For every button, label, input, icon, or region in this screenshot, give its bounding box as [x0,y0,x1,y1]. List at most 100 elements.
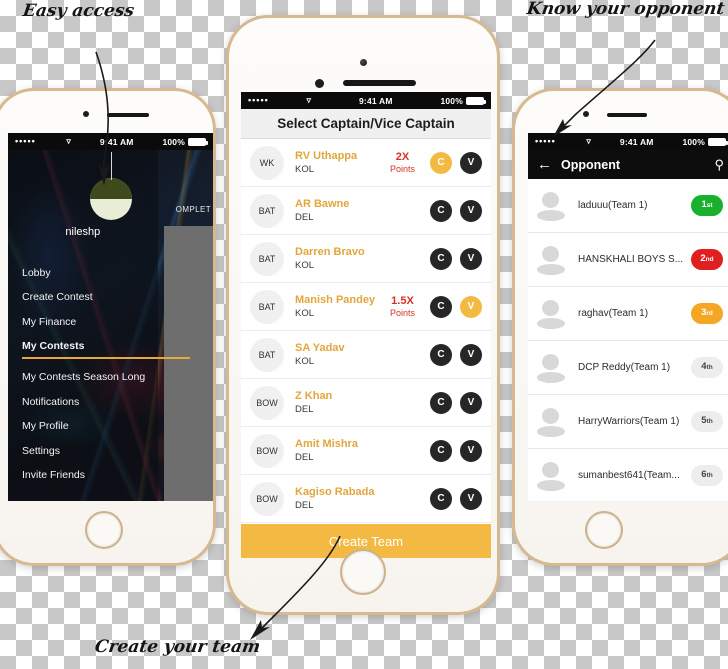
table-row[interactable]: BOW Amit Mishra DEL C V [241,427,491,475]
rank-badge: 3rd [691,303,723,324]
sidebar-item-settings[interactable]: Settings [22,436,152,461]
captain-button[interactable]: C [430,151,452,174]
avatar [537,407,565,437]
list-item[interactable]: sumanbest641(Team... 6th [528,449,728,501]
player-team: KOL [295,308,315,319]
avatar-head [542,353,559,370]
vice-captain-button[interactable]: V [460,247,482,270]
player-name: SA Yadav [295,342,345,354]
player-role-badge: BAT [250,289,284,324]
list-item[interactable]: raghav(Team 1) 3rd [528,287,728,341]
opponent-navbar: ← Opponent ⚲ [528,150,728,179]
list-item[interactable]: HANSKHALI BOYS S... 2nd [528,233,728,287]
sidebar-item-my-finance[interactable]: My Finance [22,307,152,332]
annotation-create-your-team: Create your team [93,637,262,657]
status-time: 9:41 AM [619,136,654,147]
battery-icon [466,96,486,105]
status-time: 9:41 AM [99,136,134,147]
captain-button[interactable]: C [430,295,452,318]
player-name: Kagiso Rabada [295,486,375,498]
battery-percent: 100% [682,136,705,147]
player-info: Darren Bravo KOL [295,246,415,271]
avatar-body [537,263,565,275]
home-button[interactable] [585,511,623,549]
sidebar-item-create-contest[interactable]: Create Contest [22,283,152,308]
vice-captain-button[interactable]: V [460,151,482,174]
avatar-head [542,299,559,316]
rank-badge: 4th [691,357,723,378]
vice-captain-button[interactable]: V [460,199,482,222]
vice-captain-button[interactable]: V [460,391,482,414]
captain-button[interactable]: C [430,343,452,366]
sidebar-item-label: Lobby [22,266,51,279]
page-title: Opponent [561,157,621,172]
battery-icon [188,137,208,146]
list-item[interactable]: HarryWarriors(Team 1) 5th [528,395,728,449]
table-row[interactable]: BAT Darren Bravo KOL C V [241,235,491,283]
avatar-head [542,191,559,208]
annotation-know-your-opponent: Know your opponent [525,0,726,19]
avatar-body [537,209,565,221]
status-bar-right: ••••• ▿ 9:41 AM 100% [528,133,728,150]
captain-button[interactable]: C [430,439,452,462]
player-info: SA Yadav KOL [295,342,415,367]
player-role-badge: WK [250,145,284,180]
captain-button[interactable]: C [430,487,452,510]
carrier-signal-icon: ••••• [535,136,556,146]
player-name: Darren Bravo [295,246,365,258]
player-list: WK RV Uthappa KOL 2X Points C V BAT AR B… [241,139,491,523]
table-row[interactable]: BAT AR Bawne DEL C V [241,187,491,235]
vice-captain-button[interactable]: V [460,439,482,462]
player-name: RV Uthappa [295,150,358,162]
player-role-badge: BAT [250,337,284,372]
list-item[interactable]: DCP Reddy(Team 1) 4th [528,341,728,395]
sidebar-item-label: Create Contest [22,291,93,303]
rank-suffix: rd [706,310,713,317]
sidebar-item-invite-friends[interactable]: Invite Friends [22,461,152,486]
table-row[interactable]: BOW Z Khan DEL C V [241,379,491,427]
table-row[interactable]: BAT SA Yadav KOL C V [241,331,491,379]
vice-captain-button[interactable]: V [460,295,482,318]
sidebar-item-my-profile[interactable]: My Profile [22,412,152,437]
list-item[interactable]: laduuu(Team 1) 1st [528,179,728,233]
home-button[interactable] [85,511,123,549]
table-row[interactable]: WK RV Uthappa KOL 2X Points C V [241,139,491,187]
captain-button[interactable]: C [430,247,452,270]
avatar-body [537,479,565,491]
avatar[interactable] [89,152,132,220]
earpiece-speaker [607,113,647,117]
player-team: KOL [295,260,315,271]
search-icon[interactable]: ⚲ [714,157,724,173]
status-bar-center: ••••• ▿ 9:41 AM 100% [241,92,491,109]
captain-button[interactable]: C [430,199,452,222]
player-name: Z Khan [295,390,333,402]
vice-captain-button[interactable]: V [460,343,482,366]
rank-suffix: th [706,364,713,371]
avatar-body [537,371,565,383]
home-button[interactable] [340,549,386,595]
player-name: Manish Pandey [295,294,376,306]
vice-captain-button[interactable]: V [460,487,482,510]
sidebar-item-label: My Finance [22,315,77,328]
rank-badge: 5th [691,411,723,432]
player-role-badge: BOW [250,385,284,420]
captain-button[interactable]: C [430,391,452,414]
opponent-name: DCP Reddy(Team 1) [578,362,671,373]
center-phone-screen: ••••• ▿ 9:41 AM 100% Select Captain/Vice… [241,92,491,558]
navigation-drawer: OMPLET nileshp Lobby Create Contest My F… [8,150,213,501]
multiplier-unit: Points [389,163,415,174]
sidebar-item-my-contests-season-long[interactable]: My Contests Season Long [22,363,152,388]
back-arrow-icon[interactable]: ← [537,157,553,172]
sidebar-item-notifications[interactable]: Notifications [22,387,152,412]
opponent-name: HANSKHALI BOYS S... [578,254,684,265]
table-row[interactable]: BAT Manish Pandey KOL 1.5X Points C V [241,283,491,331]
player-team: DEL [295,404,314,415]
drawer-content-peek[interactable]: OMPLET [158,150,213,501]
front-camera-icon [583,111,589,117]
player-name: Amit Mishra [295,438,358,450]
sidebar-item-lobby[interactable]: Lobby [22,258,152,283]
table-row[interactable]: BOW Kagiso Rabada DEL C V [241,475,491,523]
avatar [537,299,565,329]
page-title: Select Captain/Vice Captain [241,109,491,139]
sidebar-item-my-contests[interactable]: My Contests [22,332,190,363]
